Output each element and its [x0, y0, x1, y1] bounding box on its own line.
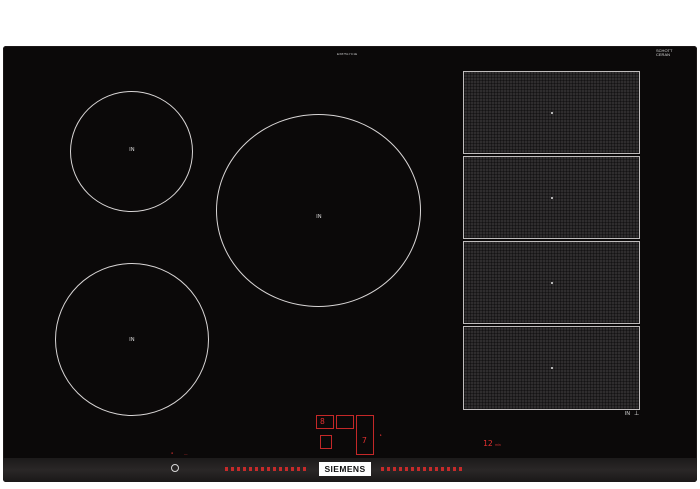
flex-zone-pad-1[interactable]: [463, 71, 640, 154]
zone-label-top-left: IN: [129, 147, 135, 153]
display-box-zone[interactable]: [316, 415, 334, 429]
pad-marker: [550, 196, 553, 199]
timer-unit: min: [495, 443, 501, 447]
zone-label-large: IN: [316, 214, 322, 220]
induction-hob: EX875LYC1E SCHOTT CERAN IN IN IN IN ⊥ 8 …: [3, 46, 697, 482]
flex-zone-pad-2[interactable]: [463, 156, 640, 239]
flex-zone-label: IN: [625, 411, 630, 417]
flex-zone-pad-4[interactable]: [463, 326, 640, 410]
display-box-small[interactable]: [320, 435, 332, 449]
indicator-mark: ▸: [380, 433, 382, 437]
pad-marker: [550, 111, 553, 114]
cooking-zone-large[interactable]: [216, 114, 421, 307]
model-number: EX875LYC1E: [337, 52, 358, 56]
power-icon[interactable]: [171, 464, 179, 472]
level-display: 8: [320, 417, 325, 426]
display-box-function[interactable]: [336, 415, 354, 429]
display-box-tall[interactable]: [356, 415, 374, 455]
status-indicator-dot: ●: [171, 451, 174, 455]
alt-level-display: 7: [362, 436, 367, 445]
brand-logo: SIEMENS: [319, 462, 371, 476]
power-slider-left[interactable]: [225, 467, 309, 471]
schott-ceran-logo: SCHOTT CERAN: [656, 48, 673, 57]
zone-label-bottom-left: IN: [129, 337, 135, 343]
pad-marker: [550, 367, 553, 369]
pad-marker: [550, 281, 553, 284]
flex-zone-icon: ⊥: [634, 411, 640, 417]
power-slider-right[interactable]: [381, 467, 465, 471]
flex-zone-pad-3[interactable]: [463, 241, 640, 324]
control-strip: SIEMENS: [3, 458, 697, 482]
timer-display: 12: [483, 439, 493, 448]
status-indicator-line: —: [184, 452, 188, 456]
